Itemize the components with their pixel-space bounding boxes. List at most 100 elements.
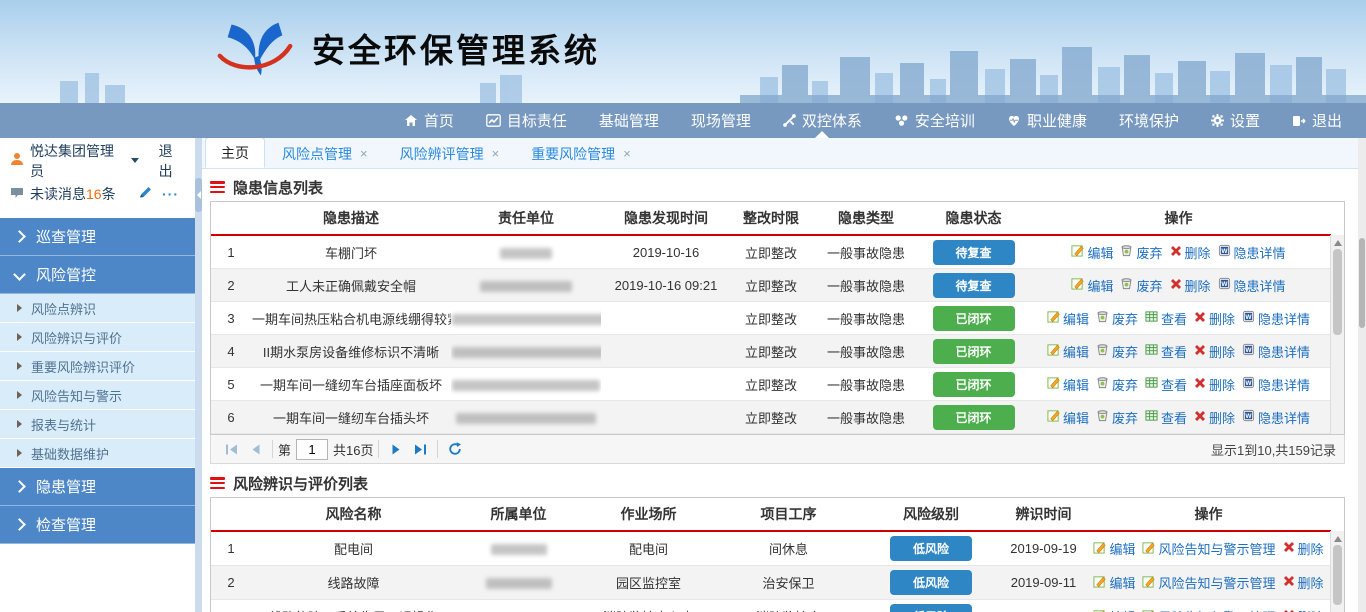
discard-link[interactable]: 废弃 xyxy=(1120,276,1162,295)
list-icon xyxy=(210,181,225,193)
delete-link[interactable]: 删除 xyxy=(1283,539,1324,558)
risk-notify-manage-link[interactable]: 风险告知与警示管理 xyxy=(1142,539,1275,558)
risk-notify-manage-link[interactable]: 风险告知与警示管理 xyxy=(1142,573,1275,592)
edit-link[interactable]: 编辑 xyxy=(1047,309,1089,328)
sidebar-item-2[interactable]: 风险管控 xyxy=(0,256,195,294)
nav-item-1[interactable]: 首页 xyxy=(388,103,470,138)
risk-notify-manage-link[interactable]: 风险告知与警示管理 xyxy=(1142,607,1275,612)
risk-notify-manage-icon xyxy=(1142,609,1155,612)
redacted-text xyxy=(491,544,547,555)
hazard-detail-link[interactable]: W隐患详情 xyxy=(1242,375,1310,394)
tab-label: 主页 xyxy=(221,143,249,163)
edit-link[interactable]: 编辑 xyxy=(1047,375,1089,394)
list-icon xyxy=(210,477,225,489)
close-icon[interactable]: × xyxy=(623,146,631,161)
found-time-cell: 2019-10-16 09:21 xyxy=(601,269,731,302)
nav-item-9[interactable]: 设置 xyxy=(1195,103,1276,138)
nav-item-10[interactable]: 退出 xyxy=(1276,103,1358,138)
nav-item-label: 环境保护 xyxy=(1119,110,1179,131)
nav-item-7[interactable]: 职业健康 xyxy=(991,103,1103,138)
hazard-detail-link[interactable]: W隐患详情 xyxy=(1242,408,1310,427)
edit-link[interactable]: 编辑 xyxy=(1093,539,1135,558)
next-page-button[interactable] xyxy=(384,438,408,460)
nav-item-6[interactable]: 安全培训 xyxy=(878,103,991,138)
nav-item-4[interactable]: 现场管理 xyxy=(675,103,767,138)
first-page-button[interactable] xyxy=(219,438,243,460)
prev-page-button[interactable] xyxy=(243,438,267,460)
delete-link[interactable]: 删除 xyxy=(1194,309,1235,328)
sidebar-subitem-2-5[interactable]: 报表与统计 xyxy=(0,410,195,439)
page-number-input[interactable] xyxy=(296,439,328,460)
hazard-detail-link[interactable]: W隐患详情 xyxy=(1218,243,1286,262)
sidebar-subitem-2-1[interactable]: 风险点辨识 xyxy=(0,294,195,323)
sidebar-logout-link[interactable]: 退出 xyxy=(159,141,185,181)
delete-link[interactable]: 删除 xyxy=(1194,408,1235,427)
unread-messages-link[interactable]: 未读消息16条 xyxy=(30,184,116,204)
tab-2[interactable]: 风险点管理× xyxy=(267,139,383,168)
identify-time-cell-text: 2019-09-11 xyxy=(1011,575,1077,590)
hazard-detail-link[interactable]: W隐患详情 xyxy=(1242,309,1310,328)
sidebar-subitem-2-4[interactable]: 风险告知与警示 xyxy=(0,381,195,410)
op-label: 隐患详情 xyxy=(1234,276,1286,295)
delete-link[interactable]: 删除 xyxy=(1194,342,1235,361)
delete-link[interactable]: 删除 xyxy=(1170,276,1211,295)
view-link[interactable]: 查看 xyxy=(1145,375,1187,394)
page-scrollbar-thumb[interactable] xyxy=(1359,238,1365,328)
row-number-cell: 2 xyxy=(211,566,251,600)
discard-link[interactable]: 废弃 xyxy=(1120,243,1162,262)
chevron-right-icon xyxy=(13,518,26,531)
refresh-button[interactable] xyxy=(443,438,467,460)
scroll-up-icon[interactable] xyxy=(1334,536,1342,542)
edit-link[interactable]: 编辑 xyxy=(1071,276,1113,295)
op-label: 删除 xyxy=(1209,375,1235,394)
sidebar-subitem-2-6[interactable]: 基础数据维护 xyxy=(0,439,195,468)
scroll-up-icon[interactable] xyxy=(1334,240,1342,246)
sidebar-item-1[interactable]: 巡查管理 xyxy=(0,218,195,256)
nav-item-2[interactable]: 目标责任 xyxy=(470,103,583,138)
delete-link[interactable]: 删除 xyxy=(1283,607,1324,612)
discard-link[interactable]: 废弃 xyxy=(1096,342,1138,361)
delete-link[interactable]: 删除 xyxy=(1283,573,1324,592)
view-link[interactable]: 查看 xyxy=(1145,309,1187,328)
tab-4[interactable]: 重要风险管理× xyxy=(516,139,646,168)
scrollbar-thumb[interactable] xyxy=(1333,249,1342,335)
tab-1[interactable]: 主页 xyxy=(205,137,265,168)
discard-link[interactable]: 废弃 xyxy=(1096,309,1138,328)
delete-link[interactable]: 删除 xyxy=(1194,375,1235,394)
nav-item-3[interactable]: 基础管理 xyxy=(583,103,675,138)
sidebar-item-3[interactable]: 隐患管理 xyxy=(0,468,195,506)
close-icon[interactable]: × xyxy=(360,146,368,161)
more-options-icon[interactable]: ··· xyxy=(162,186,179,202)
nav-item-5[interactable]: 双控体系 xyxy=(767,103,878,138)
hazard-detail-link[interactable]: W隐患详情 xyxy=(1218,276,1286,295)
sidebar-subitem-2-2[interactable]: 风险辨识与评价 xyxy=(0,323,195,352)
hazard-desc-cell: 一期车间一缝纫车台插头坏 xyxy=(251,401,451,434)
sidebar-collapse-handle[interactable] xyxy=(195,178,202,212)
edit-icon xyxy=(1071,244,1084,260)
delete-link[interactable]: 删除 xyxy=(1170,243,1211,262)
edit-link[interactable]: 编辑 xyxy=(1093,607,1135,612)
redacted-text xyxy=(452,347,601,358)
last-page-button[interactable] xyxy=(408,438,432,460)
sidebar-subitem-2-3[interactable]: 重要风险辨识评价 xyxy=(0,352,195,381)
op-label: 编辑 xyxy=(1109,539,1135,558)
view-link[interactable]: 查看 xyxy=(1145,408,1187,427)
pencil-icon[interactable] xyxy=(138,185,152,202)
sidebar-item-4[interactable]: 检查管理 xyxy=(0,506,195,544)
edit-link[interactable]: 编辑 xyxy=(1071,243,1113,262)
edit-link[interactable]: 编辑 xyxy=(1047,342,1089,361)
view-link[interactable]: 查看 xyxy=(1145,342,1187,361)
edit-link[interactable]: 编辑 xyxy=(1047,408,1089,427)
table-row: 5一期车间一缝纫车台插座面板坏立即整改一般事故隐患已闭环编辑废弃查看删除W隐患详… xyxy=(211,368,1331,401)
discard-link[interactable]: 废弃 xyxy=(1096,375,1138,394)
user-name[interactable]: 悦达集团管理员 xyxy=(30,141,123,181)
status-badge: 待复查 xyxy=(933,273,1015,298)
chevron-down-icon[interactable] xyxy=(131,158,139,163)
scrollbar-thumb[interactable] xyxy=(1333,545,1342,605)
tab-3[interactable]: 风险辨评管理× xyxy=(385,139,515,168)
close-icon[interactable]: × xyxy=(492,146,500,161)
nav-item-8[interactable]: 环境保护 xyxy=(1103,103,1195,138)
edit-link[interactable]: 编辑 xyxy=(1093,573,1135,592)
discard-link[interactable]: 废弃 xyxy=(1096,408,1138,427)
hazard-detail-link[interactable]: W隐患详情 xyxy=(1242,342,1310,361)
